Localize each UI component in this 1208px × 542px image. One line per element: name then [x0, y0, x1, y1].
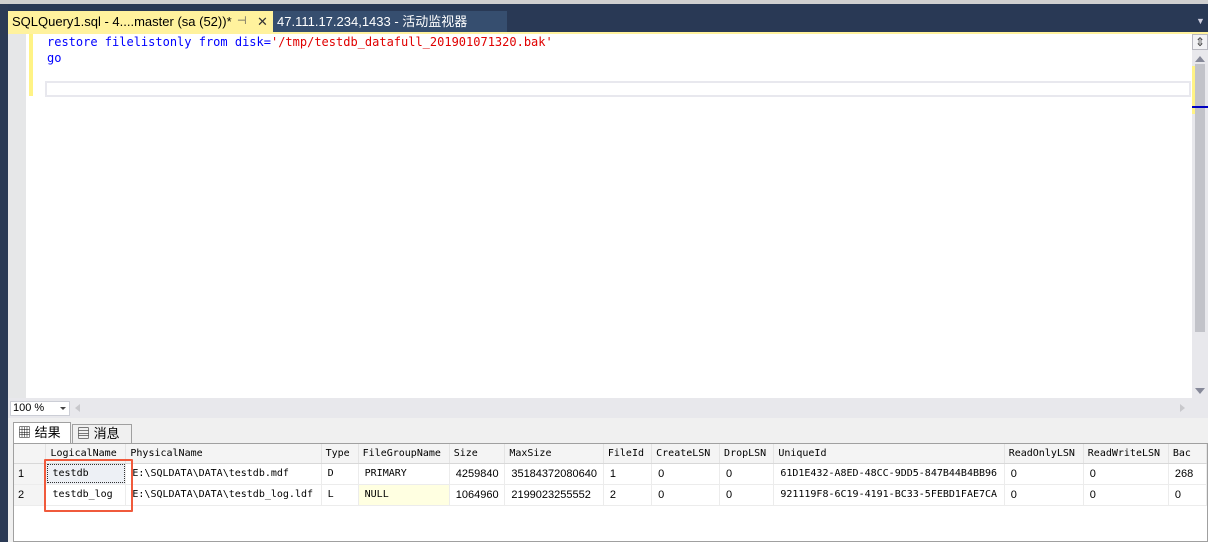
grid-icon: ▦: [18, 425, 32, 440]
tab-sqlquery1[interactable]: SQLQuery1.sql - 4....master (sa (52))* ⊣…: [8, 11, 273, 32]
zoom-bar: 100 %: [8, 398, 1208, 418]
tab-activity-monitor[interactable]: 47.111.17.234,1433 - 活动监视器: [273, 11, 507, 32]
column-header-rownum[interactable]: [14, 444, 47, 464]
results-pane: ▦ 结果 ▤ 消息 LogicalName PhysicalName Type …: [8, 418, 1208, 542]
messages-icon: ▤: [77, 426, 91, 441]
close-icon[interactable]: ✕: [257, 11, 268, 32]
cell-physicalname[interactable]: E:\SQLDATA\DATA\testdb_log.ldf: [125, 484, 322, 506]
tab-label: 47.111.17.234,1433 - 活动监视器: [277, 14, 468, 29]
code-line-1: restore filelistonly from disk='/tmp/tes…: [47, 35, 553, 49]
header-row: LogicalName PhysicalName Type FileGroupN…: [14, 444, 1207, 464]
column-header-type[interactable]: Type: [321, 444, 359, 464]
column-header-filegroupname[interactable]: FileGroupName: [358, 444, 450, 464]
cell-physicalname[interactable]: E:\SQLDATA\DATA\testdb.mdf: [125, 463, 322, 485]
chevron-down-icon: [60, 407, 66, 410]
table-row[interactable]: 2 testdb_log E:\SQLDATA\DATA\testdb_log.…: [14, 484, 1207, 506]
cell-readonlylsn[interactable]: 0: [1004, 484, 1084, 506]
cell-createlsn[interactable]: 0: [651, 463, 721, 485]
cell-droplsn[interactable]: 0: [719, 463, 775, 485]
cell-maxsize[interactable]: 2199023255552: [504, 484, 604, 506]
cell-type[interactable]: L: [321, 484, 359, 506]
scroll-right-icon[interactable]: [1180, 404, 1185, 412]
tab-label: 消息: [93, 426, 120, 441]
results-table: LogicalName PhysicalName Type FileGroupN…: [14, 444, 1207, 506]
code-line-2: go: [47, 51, 62, 65]
table-row[interactable]: 1 testdb E:\SQLDATA\DATA\testdb.mdf D PR…: [14, 463, 1207, 485]
current-line-highlight: [45, 81, 1191, 97]
code-text[interactable]: restore filelistonly from disk='/tmp/tes…: [47, 34, 553, 66]
pin-icon[interactable]: ⊣: [237, 11, 247, 32]
cell-uniqueid[interactable]: 61D1E432-A8ED-48CC-9DD5-847B44B4BB96: [773, 463, 1005, 485]
cell-fileid[interactable]: 2: [603, 484, 653, 506]
column-header-backup[interactable]: Bac: [1168, 444, 1207, 464]
cell-fileid[interactable]: 1: [603, 463, 653, 485]
column-header-maxsize[interactable]: MaxSize: [504, 444, 604, 464]
cell-backup[interactable]: 268: [1168, 463, 1207, 485]
cell-maxsize[interactable]: 35184372080640: [504, 463, 604, 485]
tab-label: 结果: [34, 425, 61, 440]
cell-readwritelsn[interactable]: 0: [1083, 463, 1169, 485]
tab-messages[interactable]: ▤ 消息: [72, 424, 132, 443]
cell-filegroupname[interactable]: NULL: [358, 484, 450, 506]
cell-backup[interactable]: 0: [1168, 484, 1207, 506]
cell-readonlylsn[interactable]: 0: [1004, 463, 1084, 485]
zoom-value: 100 %: [13, 402, 45, 414]
column-header-readwritelsn[interactable]: ReadWriteLSN: [1083, 444, 1169, 464]
scroll-thumb[interactable]: [1195, 64, 1205, 332]
highlight-annotation-box: [44, 459, 133, 512]
cell-uniqueid[interactable]: 921119F8-6C19-4191-BC33-5FEBD1FAE7CA: [773, 484, 1005, 506]
editor-gutter: [8, 34, 26, 398]
cell-readwritelsn[interactable]: 0: [1083, 484, 1169, 506]
cell-filegroupname[interactable]: PRIMARY: [358, 463, 450, 485]
column-header-readonlylsn[interactable]: ReadOnlyLSN: [1004, 444, 1084, 464]
tab-results[interactable]: ▦ 结果: [13, 422, 71, 443]
column-header-size[interactable]: Size: [449, 444, 506, 464]
zoom-select[interactable]: 100 %: [10, 401, 70, 416]
cell-type[interactable]: D: [321, 463, 359, 485]
cell-droplsn[interactable]: 0: [719, 484, 775, 506]
column-header-fileid[interactable]: FileId: [603, 444, 653, 464]
column-header-droplsn[interactable]: DropLSN: [719, 444, 775, 464]
query-editor[interactable]: restore filelistonly from disk='/tmp/tes…: [8, 34, 1208, 398]
column-header-physicalname[interactable]: PhysicalName: [125, 444, 322, 464]
scroll-up-icon[interactable]: [1195, 56, 1205, 62]
change-tracking-bar: [29, 34, 33, 96]
editor-vertical-scrollbar[interactable]: ⇕: [1192, 34, 1208, 398]
cell-size[interactable]: 1064960: [449, 484, 506, 506]
split-window-icon[interactable]: ⇕: [1192, 34, 1208, 50]
tab-label: SQLQuery1.sql - 4....master (sa (52))*: [12, 14, 232, 29]
cell-createlsn[interactable]: 0: [651, 484, 721, 506]
cell-size[interactable]: 4259840: [449, 463, 506, 485]
row-number[interactable]: 1: [14, 463, 47, 485]
row-number[interactable]: 2: [14, 484, 47, 506]
tab-list-dropdown-icon[interactable]: ▼: [1196, 16, 1205, 26]
scroll-caret-marker: [1192, 106, 1208, 108]
column-header-createlsn[interactable]: CreateLSN: [651, 444, 721, 464]
scroll-down-icon[interactable]: [1195, 388, 1205, 394]
results-grid[interactable]: LogicalName PhysicalName Type FileGroupN…: [13, 443, 1208, 542]
scroll-left-icon[interactable]: [75, 404, 80, 412]
column-header-uniqueid[interactable]: UniqueId: [773, 444, 1005, 464]
